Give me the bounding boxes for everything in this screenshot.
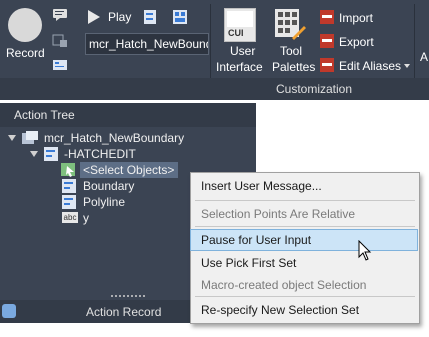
insert-message-icon[interactable] <box>53 9 67 21</box>
tree-item-boundary[interactable]: Boundary <box>62 178 172 194</box>
tree-item-command-label: -HATCHEDIT <box>64 147 136 161</box>
user-interface-label-1: User <box>230 44 256 58</box>
ribbon-footer <box>0 78 429 100</box>
tree-item-y-label: y <box>83 211 89 225</box>
tree-item-select-objects-label: <Select Objects> <box>83 163 175 177</box>
ribbon-cut-edge-label: A <box>420 50 429 64</box>
tree-item-macro-label: mcr_Hatch_NewBoundary <box>44 131 185 145</box>
menu-item-selection-points-relative: Selection Points Are Relative <box>201 207 356 221</box>
macro-manager-icon[interactable] <box>143 9 159 25</box>
menu-separator <box>195 200 415 201</box>
cui-badge: CUI <box>228 28 244 38</box>
import-label: Import <box>339 11 374 25</box>
macro-select[interactable]: mcr_Hatch_NewBoundary <box>85 33 209 55</box>
macro-icon <box>22 131 38 144</box>
chevron-down-icon <box>404 64 410 68</box>
tool-palettes-label-1: Tool <box>280 44 303 58</box>
menu-item-insert-user-message[interactable]: Insert User Message... <box>201 179 322 193</box>
record-button[interactable]: Record <box>4 6 46 64</box>
expand-icon[interactable] <box>30 151 38 157</box>
action-recorder-footer-label: Action Record <box>86 305 162 319</box>
command-icon <box>62 179 76 193</box>
tree-item-command[interactable]: -HATCHEDIT <box>30 146 230 162</box>
abc-value-icon: abc <box>62 212 78 223</box>
select-objects-icon <box>61 163 75 177</box>
menu-separator <box>195 226 415 227</box>
action-tree-title-bar: Action Tree <box>0 103 256 127</box>
command-icon <box>62 195 76 209</box>
menu-item-use-pick-first-set[interactable]: Use Pick First Set <box>201 256 296 270</box>
edit-aliases-button[interactable]: Edit Aliases <box>318 57 413 75</box>
save-macro-icon[interactable] <box>172 9 188 25</box>
export-icon <box>320 34 334 48</box>
user-interface-button[interactable]: CUI User Interface <box>214 4 268 76</box>
tool-palettes-label-2: Palettes <box>272 60 316 74</box>
edit-aliases-icon <box>320 58 334 72</box>
record-icon <box>8 8 42 42</box>
expand-icon[interactable] <box>8 135 16 141</box>
play-button[interactable]: Play <box>86 9 136 27</box>
tree-item-macro[interactable]: mcr_Hatch_NewBoundary <box>8 130 248 146</box>
macro-select-value: mcr_Hatch_NewBoundary <box>89 37 208 51</box>
export-label: Export <box>339 35 374 49</box>
tree-item-polyline-label: Polyline <box>83 195 126 209</box>
play-label: Play <box>108 10 132 24</box>
menu-item-pause-for-user-input[interactable]: Pause for User Input <box>201 233 311 247</box>
menu-separator <box>195 296 415 297</box>
tree-item-select-objects[interactable]: <Select Objects> <box>60 162 178 178</box>
edit-aliases-label: Edit Aliases <box>339 59 402 73</box>
command-icon <box>44 147 58 161</box>
tree-item-polyline[interactable]: Polyline <box>62 194 172 210</box>
insert-base-point-icon[interactable] <box>52 34 68 48</box>
action-tree-title: Action Tree <box>14 108 75 122</box>
preference-icon[interactable] <box>52 58 68 72</box>
tool-palettes-icon <box>275 9 306 40</box>
context-menu: Insert User Message... Selection Points … <box>190 172 420 324</box>
tool-palettes-button[interactable]: Tool Palettes <box>268 4 316 76</box>
play-icon <box>88 10 100 24</box>
import-button[interactable]: Import <box>318 9 408 27</box>
tree-item-boundary-label: Boundary <box>83 179 135 193</box>
mouse-cursor-icon <box>358 240 372 261</box>
splitter-grip[interactable] <box>110 294 146 298</box>
cui-icon: CUI <box>224 8 256 42</box>
record-label: Record <box>6 46 45 60</box>
export-button[interactable]: Export <box>318 33 408 51</box>
user-interface-label-2: Interface <box>216 60 263 74</box>
customization-panel-label[interactable]: Customization <box>276 82 352 96</box>
recorder-pin-icon[interactable] <box>2 304 16 318</box>
menu-item-macro-created-selection: Macro-created object Selection <box>201 278 367 292</box>
import-icon <box>320 10 334 24</box>
menu-item-respecify-selection-set[interactable]: Re-specify New Selection Set <box>201 303 359 317</box>
tree-item-y[interactable]: abc y <box>62 210 172 226</box>
